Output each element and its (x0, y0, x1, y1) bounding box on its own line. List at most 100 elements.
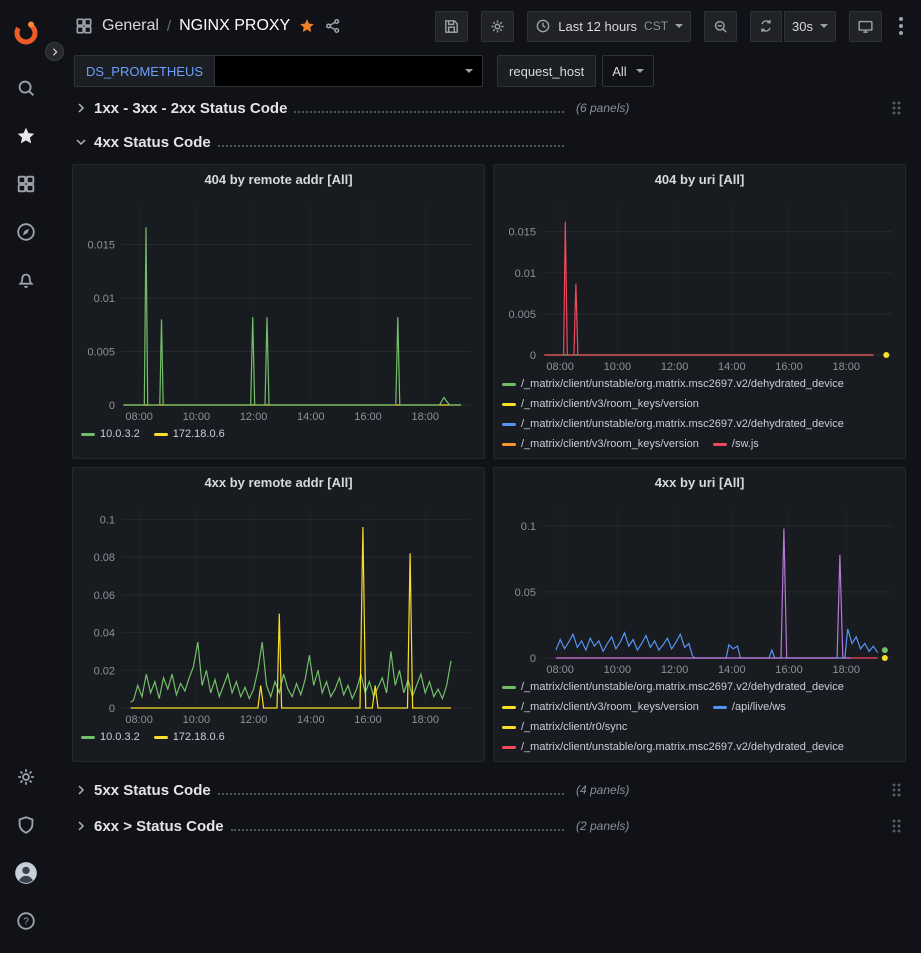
legend-item[interactable]: /_matrix/client/unstable/org.matrix.msc2… (502, 740, 844, 755)
dashboard-settings-button[interactable] (481, 11, 514, 42)
zoom-out-icon (712, 18, 729, 35)
legend-item[interactable]: /api/live/ws (713, 700, 786, 715)
svg-text:0.015: 0.015 (87, 239, 115, 251)
starred-icon[interactable] (6, 112, 46, 160)
panels-grid: 404 by remote addr [All] 0 0.005 0.01 0.015… (72, 164, 906, 762)
zoom-out-button[interactable] (704, 11, 737, 42)
row-header-6xx[interactable]: 6xx > Status Code (2 panels) (72, 812, 906, 840)
search-icon[interactable] (6, 64, 46, 112)
panel-legend: 10.0.3.2 172.18.0.6 (73, 726, 484, 751)
series-label: /_matrix/client/unstable/org.matrix.msc2… (521, 417, 844, 432)
svg-text:14:00: 14:00 (718, 664, 746, 676)
svg-text:0: 0 (109, 400, 115, 412)
svg-text:08:00: 08:00 (125, 714, 153, 726)
panel-title[interactable]: 404 by remote addr [All] (73, 165, 484, 193)
series-label: 10.0.3.2 (100, 730, 140, 745)
chevron-right-icon (72, 784, 90, 796)
more-options-kebab-menu[interactable] (895, 13, 907, 39)
series-label: /sw.js (732, 437, 759, 452)
user-avatar[interactable] (6, 849, 46, 897)
svg-text:10:00: 10:00 (604, 361, 632, 373)
row-title: 5xx Status Code (94, 782, 211, 799)
row-header-5xx[interactable]: 5xx Status Code (4 panels) (72, 776, 906, 804)
series-color-swatch (502, 423, 516, 426)
configuration-gear-icon[interactable] (6, 753, 46, 801)
svg-text:0.005: 0.005 (87, 346, 115, 358)
refresh-button[interactable] (750, 11, 782, 42)
row-header-4xx[interactable]: 4xx Status Code (72, 128, 906, 156)
timeseries-chart-4xx-remote-addr[interactable]: 00.020.040.060.080.108:0010:0012:0014:00… (76, 500, 481, 726)
legend-item[interactable]: 10.0.3.2 (81, 730, 140, 745)
series-label: 10.0.3.2 (100, 427, 140, 442)
favorite-star-icon[interactable] (298, 17, 316, 35)
chevron-down-icon (636, 69, 644, 73)
row-drag-handle[interactable] (892, 783, 901, 798)
legend-item[interactable]: 10.0.3.2 (81, 427, 140, 442)
legend-item[interactable]: /_matrix/client/unstable/org.matrix.msc2… (502, 680, 844, 695)
apps-grid-icon (74, 16, 94, 36)
request-host-value-select[interactable]: All (602, 55, 654, 87)
help-icon[interactable]: ? (6, 897, 46, 945)
legend-item[interactable]: 172.18.0.6 (154, 730, 225, 745)
panel-title[interactable]: 4xx by uri [All] (494, 468, 905, 496)
panel-legend: /_matrix/client/unstable/org.matrix.msc2… (494, 676, 905, 761)
svg-text:18:00: 18:00 (411, 411, 439, 423)
svg-text:16:00: 16:00 (354, 411, 382, 423)
dashboards-icon[interactable] (6, 160, 46, 208)
row-drag-handle[interactable] (892, 101, 901, 116)
panel-404-by-uri: 404 by uri [All] 00.0050.010.01508:0010:… (493, 164, 906, 459)
svg-text:12:00: 12:00 (240, 714, 268, 726)
timeseries-chart-404-remote-addr[interactable]: 00.0050.010.01508:0010:0012:0014:0016:00… (76, 197, 481, 423)
breadcrumb: General / NGINX PROXY (74, 16, 342, 36)
svg-text:10:00: 10:00 (604, 664, 632, 676)
chevron-down-icon (820, 24, 828, 28)
legend-item[interactable]: 172.18.0.6 (154, 427, 225, 442)
request-host-value: All (612, 64, 626, 79)
datasource-variable-label[interactable]: DS_PROMETHEUS (74, 55, 215, 87)
panel-legend: 10.0.3.2 172.18.0.6 (73, 423, 484, 448)
explore-compass-icon[interactable] (6, 208, 46, 256)
svg-text:12:00: 12:00 (661, 361, 689, 373)
series-color-swatch (502, 746, 516, 749)
chevron-down-icon (72, 136, 90, 148)
legend-item[interactable]: /_matrix/client/unstable/org.matrix.msc2… (502, 377, 844, 392)
legend-item[interactable]: /_matrix/client/v3/room_keys/version (502, 397, 699, 412)
svg-text:0.005: 0.005 (508, 309, 536, 321)
sidebar-expand-toggle[interactable] (45, 42, 64, 61)
grafana-logo[interactable] (6, 12, 46, 52)
legend-item[interactable]: /_matrix/client/unstable/org.matrix.msc2… (502, 417, 844, 432)
panel-title[interactable]: 404 by uri [All] (494, 165, 905, 193)
row-header-1xx-3xx-2xx[interactable]: 1xx - 3xx - 2xx Status Code (6 panels) (72, 94, 906, 122)
alerting-bell-icon[interactable] (6, 256, 46, 304)
row-panel-count: (2 panels) (576, 819, 629, 833)
row-title: 6xx > Status Code (94, 818, 224, 835)
svg-text:18:00: 18:00 (832, 664, 860, 676)
datasource-value-select[interactable] (215, 55, 483, 87)
save-dashboard-button[interactable] (435, 11, 468, 42)
series-color-swatch (502, 383, 516, 386)
panel-4xx-by-remote-addr: 4xx by remote addr [All] 00.020.040.060.… (72, 467, 485, 762)
time-range-picker[interactable]: Last 12 hours CST (527, 11, 691, 42)
breadcrumb-section[interactable]: General (102, 17, 159, 35)
request-host-variable-label[interactable]: request_host (497, 55, 596, 87)
share-icon[interactable] (324, 17, 342, 35)
series-label: /_matrix/client/unstable/org.matrix.msc2… (521, 680, 844, 695)
row-title: 4xx Status Code (94, 134, 211, 151)
breadcrumb-separator: / (167, 18, 171, 35)
legend-item[interactable]: /_matrix/client/v3/room_keys/version (502, 700, 699, 715)
panel-title[interactable]: 4xx by remote addr [All] (73, 468, 484, 496)
svg-text:0.01: 0.01 (515, 268, 536, 280)
legend-item[interactable]: /_matrix/client/r0/sync (502, 720, 627, 735)
refresh-interval-dropdown[interactable]: 30s (784, 11, 836, 42)
row-drag-handle[interactable] (892, 819, 901, 834)
tv-mode-button[interactable] (849, 11, 882, 42)
legend-item[interactable]: /sw.js (713, 437, 759, 452)
series-color-swatch (502, 403, 516, 406)
series-color-swatch (81, 736, 95, 739)
template-variables-bar: DS_PROMETHEUS request_host All (52, 52, 921, 90)
legend-item[interactable]: /_matrix/client/v3/room_keys/version (502, 437, 699, 452)
timeseries-chart-404-uri[interactable]: 00.0050.010.01508:0010:0012:0014:0016:00… (497, 197, 902, 373)
server-admin-shield-icon[interactable] (6, 801, 46, 849)
timeseries-chart-4xx-uri[interactable]: 00.050.108:0010:0012:0014:0016:0018:00 (497, 500, 902, 676)
dashboard-title[interactable]: NGINX PROXY (179, 17, 290, 35)
